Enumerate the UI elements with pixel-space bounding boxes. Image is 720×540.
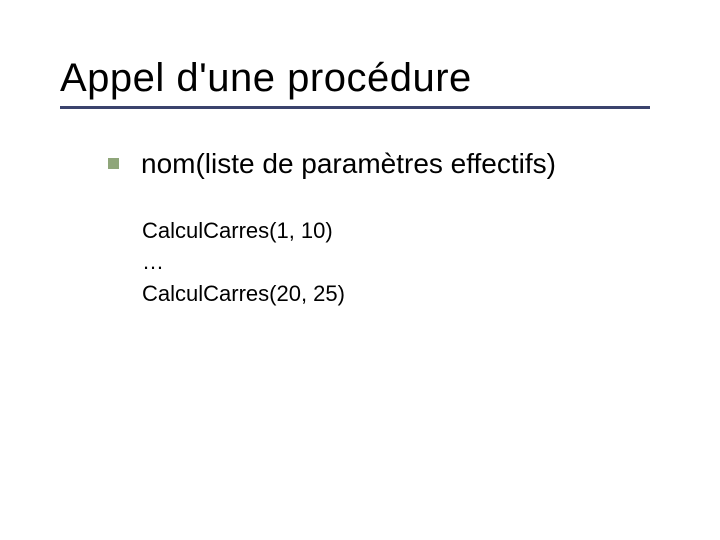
square-bullet-icon bbox=[108, 158, 119, 169]
code-line: … bbox=[142, 246, 680, 278]
bullet-item: nom(liste de paramètres effectifs) bbox=[108, 147, 680, 181]
code-line: CalculCarres(20, 25) bbox=[142, 278, 680, 310]
title-underline bbox=[60, 106, 650, 109]
code-block: CalculCarres(1, 10) … CalculCarres(20, 2… bbox=[142, 215, 680, 311]
bullet-text: nom(liste de paramètres effectifs) bbox=[141, 147, 556, 181]
slide: Appel d'une procédure nom(liste de param… bbox=[0, 0, 720, 540]
slide-title: Appel d'une procédure bbox=[60, 56, 680, 100]
code-line: CalculCarres(1, 10) bbox=[142, 215, 680, 247]
